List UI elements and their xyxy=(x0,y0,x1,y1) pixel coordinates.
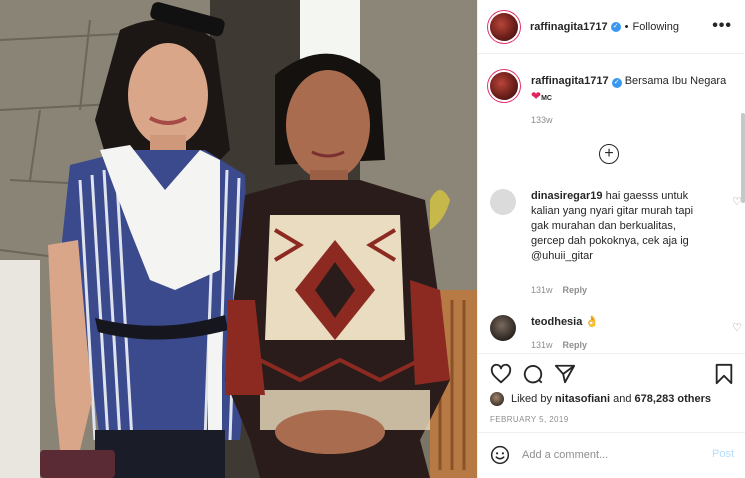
heart-emoji: ❤ xyxy=(531,89,542,103)
verified-badge-icon: ✓ xyxy=(611,78,622,88)
verified-badge-icon: ✓ xyxy=(610,21,621,32)
comment-text-block: dinasiregar19 hai gaesss untuk kalian ya… xyxy=(531,189,711,264)
add-comment-input[interactable] xyxy=(522,446,702,464)
liker-username[interactable]: nitasofiani xyxy=(555,393,610,405)
author-avatar[interactable] xyxy=(490,12,518,41)
caption-timestamp[interactable]: 133w xyxy=(531,115,553,125)
likes-prefix: Liked by xyxy=(511,393,552,405)
heart-icon[interactable] xyxy=(490,363,512,385)
plus-circle-icon[interactable]: + xyxy=(599,144,619,164)
comments-scrollbar[interactable] xyxy=(741,113,745,203)
following-button[interactable]: Following xyxy=(633,21,679,33)
post-details-panel: raffinagita1717 ✓ • Following ••• raffin… xyxy=(477,0,745,478)
bookmark-icon[interactable] xyxy=(713,363,735,385)
add-comment-bar: Post xyxy=(478,432,745,478)
comment-timestamp[interactable]: 131w xyxy=(531,285,553,295)
caption-emoji-suffix: MC xyxy=(541,95,552,102)
commenter-username[interactable]: teodhesia xyxy=(531,316,582,328)
likes-middle: and xyxy=(613,393,632,405)
caption-text: Bersama Ibu Negara xyxy=(624,75,727,87)
comment-text-block: teodhesia 👌 xyxy=(531,315,711,330)
comment-icon[interactable] xyxy=(522,363,544,385)
post-header: raffinagita1717 ✓ • Following ••• xyxy=(478,0,745,54)
comment-meta: 131w Reply xyxy=(531,285,587,295)
separator-dot: • xyxy=(624,20,629,33)
more-options-icon[interactable]: ••• xyxy=(712,17,732,35)
comment-text: 👌 xyxy=(585,316,600,328)
comment-meta: 131w Reply xyxy=(531,340,587,350)
action-bar xyxy=(478,353,745,393)
post-photo[interactable] xyxy=(0,0,477,478)
comment-timestamp[interactable]: 131w xyxy=(531,340,553,350)
post-comment-button[interactable]: Post xyxy=(712,448,734,460)
post-date[interactable]: FEBRUARY 5, 2019 xyxy=(490,415,569,424)
author-username[interactable]: raffinagita1717 xyxy=(530,21,608,33)
comment-like-heart-icon[interactable]: ♡ xyxy=(732,321,742,334)
caption-username[interactable]: raffinagita1717 xyxy=(531,75,609,87)
commenter-avatar[interactable] xyxy=(490,315,516,341)
reply-button[interactable]: Reply xyxy=(563,340,588,350)
commenter-avatar[interactable] xyxy=(490,189,516,215)
reply-button[interactable]: Reply xyxy=(563,285,588,295)
comments-section: raffinagita1717 ✓ Bersama Ibu Negara ❤MC … xyxy=(478,55,745,353)
caption-text-block: raffinagita1717 ✓ Bersama Ibu Negara ❤MC xyxy=(531,74,731,106)
emoji-icon[interactable] xyxy=(490,445,510,465)
commenter-username[interactable]: dinasiregar19 xyxy=(531,190,603,202)
share-icon[interactable] xyxy=(554,363,576,385)
photo-image xyxy=(0,0,477,478)
caption-author-avatar[interactable] xyxy=(490,72,518,100)
likes-summary: Liked by nitasofiani and 678,283 others xyxy=(490,390,740,408)
likes-count[interactable]: 678,283 others xyxy=(635,393,711,405)
liker-avatar[interactable] xyxy=(490,392,504,406)
